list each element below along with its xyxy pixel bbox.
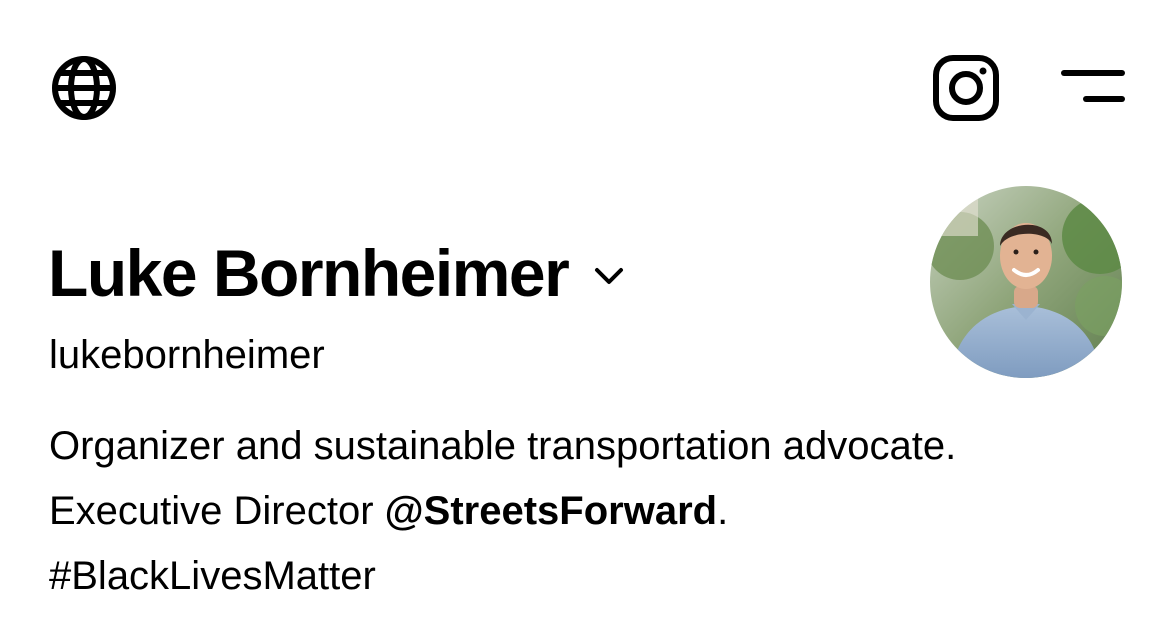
- bio-line-1: Organizer and sustainable transportation…: [49, 424, 957, 468]
- avatar[interactable]: [930, 186, 1122, 378]
- mention-link[interactable]: @StreetsForward: [385, 489, 717, 533]
- username: lukebornheimer: [49, 333, 325, 377]
- globe-icon[interactable]: [49, 53, 119, 123]
- display-name: Luke Bornheimer: [48, 236, 570, 310]
- bio-text: Executive Director: [49, 489, 385, 533]
- bio: Organizer and sustainable transportation…: [49, 414, 1129, 609]
- menu-icon[interactable]: [1060, 66, 1126, 106]
- chevron-down-icon[interactable]: [594, 267, 624, 285]
- bio-line-3: #BlackLivesMatter: [49, 544, 1129, 609]
- bio-punctuation: .: [717, 489, 729, 533]
- name-row: Luke Bornheimer: [48, 240, 624, 306]
- hashtag-link[interactable]: #BlackLivesMatter: [49, 554, 376, 598]
- instagram-icon[interactable]: [931, 53, 1001, 123]
- bio-line-2: Executive Director @StreetsForward.: [49, 479, 1129, 544]
